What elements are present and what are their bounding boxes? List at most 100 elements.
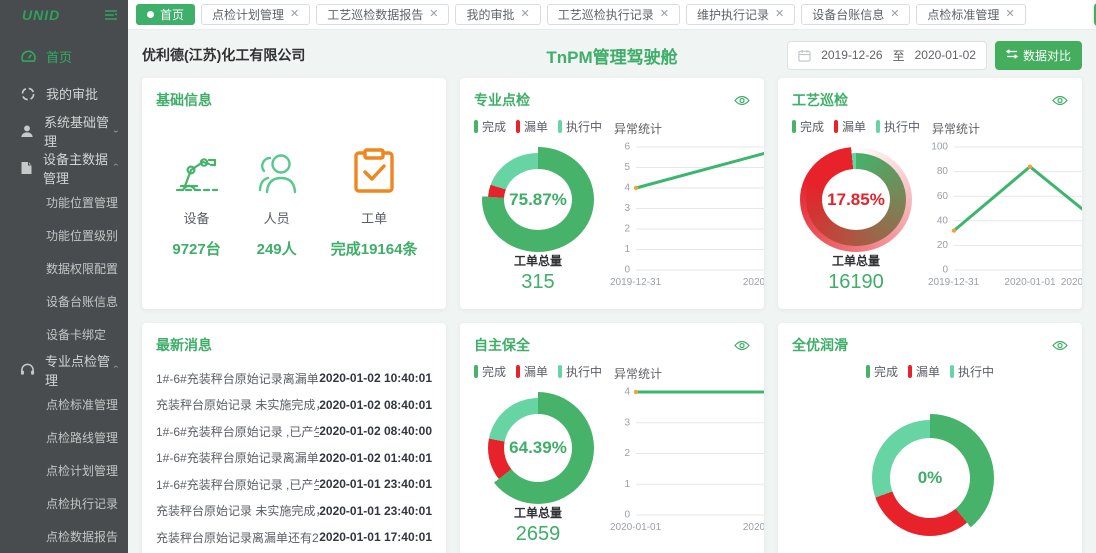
legend-item-0[interactable]: 完成: [474, 363, 506, 380]
tab-label: 维护执行记录: [697, 6, 769, 23]
close-icon[interactable]: ✕: [660, 9, 669, 20]
news-item-3[interactable]: 1#-6#充装秤台原始记录离漏单还有21小时59...2020-01-02 01…: [156, 445, 432, 472]
legend-item-0[interactable]: 完成: [866, 363, 898, 380]
sidebar-collapse-icon[interactable]: [104, 9, 118, 21]
news-item-2[interactable]: 1#-6#充装秤台原始记录 ,已产生新的工单,生成...2020-01-02 0…: [156, 418, 432, 445]
news-list: 1#-6#充装秤台原始记录离漏单还有21小时59...2020-01-02 10…: [156, 365, 432, 553]
tab-4[interactable]: 工艺巡检执行记录✕: [547, 4, 680, 25]
close-icon[interactable]: ✕: [429, 9, 438, 20]
tab-label: 点检计划管理: [212, 6, 284, 23]
news-item-0[interactable]: 1#-6#充装秤台原始记录离漏单还有21小时59...2020-01-02 10…: [156, 365, 432, 392]
news-item-5[interactable]: 充装秤台原始记录 未实施完成，已漏单，漏单...2020-01-01 23:40…: [156, 498, 432, 525]
sidebar-subitem-4-4[interactable]: 点检数据报告: [0, 520, 128, 553]
total-label: 工单总量: [514, 504, 562, 521]
donut-center-value: 75.87%: [504, 169, 572, 230]
chevron-down-icon: ⌄: [112, 126, 120, 135]
dashboard-content: 优利德(江苏)化工有限公司 TnPM管理驾驶舱 2019-12-26 至 202…: [128, 30, 1096, 553]
svg-text:4: 4: [624, 387, 630, 398]
date-start[interactable]: 2019-12-26: [821, 48, 882, 62]
date-range-picker[interactable]: 2019-12-26 至 2020-01-02: [787, 41, 987, 70]
close-icon[interactable]: ✕: [1005, 9, 1014, 20]
svg-text:2: 2: [624, 448, 630, 459]
stat-1: 人员249人: [252, 150, 302, 259]
close-icon[interactable]: ✕: [290, 9, 299, 20]
sidebar-item-label: 我的审批: [46, 84, 98, 103]
close-icon[interactable]: ✕: [521, 9, 530, 20]
sidebar-subitem-3-3[interactable]: 设备台账信息: [0, 285, 128, 318]
close-icon[interactable]: ✕: [775, 9, 784, 20]
tab-0[interactable]: 首页: [136, 4, 195, 25]
svg-text:1: 1: [624, 479, 630, 490]
news-item-1[interactable]: 充装秤台原始记录 未实施完成，已漏单，漏单...2020-01-02 08:40…: [156, 392, 432, 419]
news-text: 充装秤台原始记录 未实施完成，已漏单，漏单...: [156, 396, 319, 413]
svg-text:2020-01-01: 2020-01-01: [610, 522, 662, 533]
sidebar-item-2[interactable]: 系统基础管理⌄: [0, 112, 128, 149]
company-name: 优利德(江苏)化工有限公司: [142, 45, 305, 65]
eye-icon[interactable]: [734, 340, 750, 351]
sidebar-subitem-3-2[interactable]: 数据权限配置: [0, 252, 128, 285]
tab-6[interactable]: 设备台账信息✕: [801, 4, 910, 25]
legend-item-2[interactable]: 执行中: [558, 363, 602, 380]
svg-text:2020-01-01: 2020-01-01: [1004, 277, 1056, 288]
dashboard-icon: [20, 49, 36, 65]
legend-item-2[interactable]: 执行中: [876, 118, 920, 135]
tab-7[interactable]: 点检标准管理 ✕: [916, 4, 1025, 25]
tab-5[interactable]: 维护执行记录 ✕: [686, 4, 795, 25]
legend-item-1[interactable]: 漏单: [516, 363, 548, 380]
sidebar-item-0[interactable]: 首页: [0, 38, 128, 75]
tab-2[interactable]: 工艺巡检数据报告✕: [316, 4, 449, 25]
eye-icon[interactable]: [734, 95, 750, 106]
legend-marker: [950, 365, 954, 378]
news-time: 2020-01-01 23:40:01: [319, 504, 432, 518]
legend-item-1[interactable]: 漏单: [834, 118, 866, 135]
sidebar-subitem-3-4[interactable]: 设备卡绑定: [0, 318, 128, 351]
sidebar-item-4[interactable]: 专业点检管理⌃: [0, 351, 128, 388]
lubrication-donut-chart[interactable]: 0%: [866, 414, 994, 542]
sidebar-subitem-3-1[interactable]: 功能位置级别: [0, 219, 128, 252]
svg-text:3: 3: [624, 417, 630, 428]
svg-text:2020-01-02: 2020-01-02: [743, 522, 764, 533]
legend-item-1[interactable]: 漏单: [908, 363, 940, 380]
stat-label: 设备: [184, 208, 210, 227]
tab-label: 点检标准管理: [927, 6, 999, 23]
legend: 完成漏单执行中: [866, 363, 994, 380]
tab-3[interactable]: 我的审批✕: [455, 4, 540, 25]
news-item-4[interactable]: 1#-6#充装秤台原始记录 ,已产生新的工单,生成...2020-01-01 2…: [156, 471, 432, 498]
tab-1[interactable]: 点检计划管理 ✕: [201, 4, 310, 25]
donut-center-value: 0%: [890, 438, 970, 518]
legend-item-0[interactable]: 完成: [792, 118, 824, 135]
legend-item-1[interactable]: 漏单: [516, 118, 548, 135]
inspection-donut-chart[interactable]: 75.87%: [482, 147, 594, 252]
inspection-line-chart[interactable]: 01234562019-12-312020-01-01: [608, 139, 750, 299]
sidebar-subitem-4-3[interactable]: 点检执行记录: [0, 487, 128, 520]
legend-item-0[interactable]: 完成: [474, 118, 506, 135]
sidebar-subitem-4-1[interactable]: 点检路线管理: [0, 421, 128, 454]
legend-item-2[interactable]: 执行中: [558, 118, 602, 135]
eye-icon[interactable]: [1052, 340, 1068, 351]
data-compare-button[interactable]: 数据对比: [995, 41, 1082, 70]
patrol-line-chart[interactable]: 0204060801002019-12-312020-01-012020-01-…: [926, 139, 1068, 299]
maintenance-line-chart[interactable]: 012342020-01-012020-01-02: [608, 384, 750, 544]
news-item-6[interactable]: 充装秤台原始记录离漏单还有21小时59分,请...2020-01-01 17:4…: [156, 524, 432, 551]
sidebar-subitem-4-2[interactable]: 点检计划管理: [0, 454, 128, 487]
sidebar-item-label: 系统基础管理: [44, 112, 112, 150]
news-text: 1#-6#充装秤台原始记录离漏单还有21小时59...: [156, 449, 319, 466]
legend-label: 执行中: [884, 118, 920, 135]
legend-item-2[interactable]: 执行中: [950, 363, 994, 380]
sidebar-subitem-4-0[interactable]: 点检标准管理: [0, 388, 128, 421]
stat-label: 工单: [361, 208, 387, 227]
maintenance-donut-chart[interactable]: 64.39%: [482, 392, 594, 504]
sidebar-item-3[interactable]: 设备主数据管理⌃: [0, 149, 128, 186]
compare-icon: [1006, 48, 1018, 62]
patrol-donut-chart[interactable]: 17.85%: [800, 147, 912, 252]
close-icon[interactable]: ✕: [890, 9, 899, 20]
eye-icon[interactable]: [1052, 95, 1068, 106]
people-icon: [252, 150, 302, 194]
card-title: 基础信息: [156, 90, 212, 110]
tab-list: 首页点检计划管理✕工艺巡检数据报告✕我的审批✕工艺巡检执行记录✕维护执行记录✕设…: [136, 4, 1032, 25]
date-end[interactable]: 2020-01-02: [915, 48, 976, 62]
legend: 完成漏单执行中: [474, 363, 602, 380]
sidebar-subitem-3-0[interactable]: 功能位置管理: [0, 186, 128, 219]
sidebar-menu: 首页我的审批系统基础管理⌄设备主数据管理⌃功能位置管理功能位置级别数据权限配置设…: [0, 38, 128, 553]
sidebar-item-1[interactable]: 我的审批: [0, 75, 128, 112]
